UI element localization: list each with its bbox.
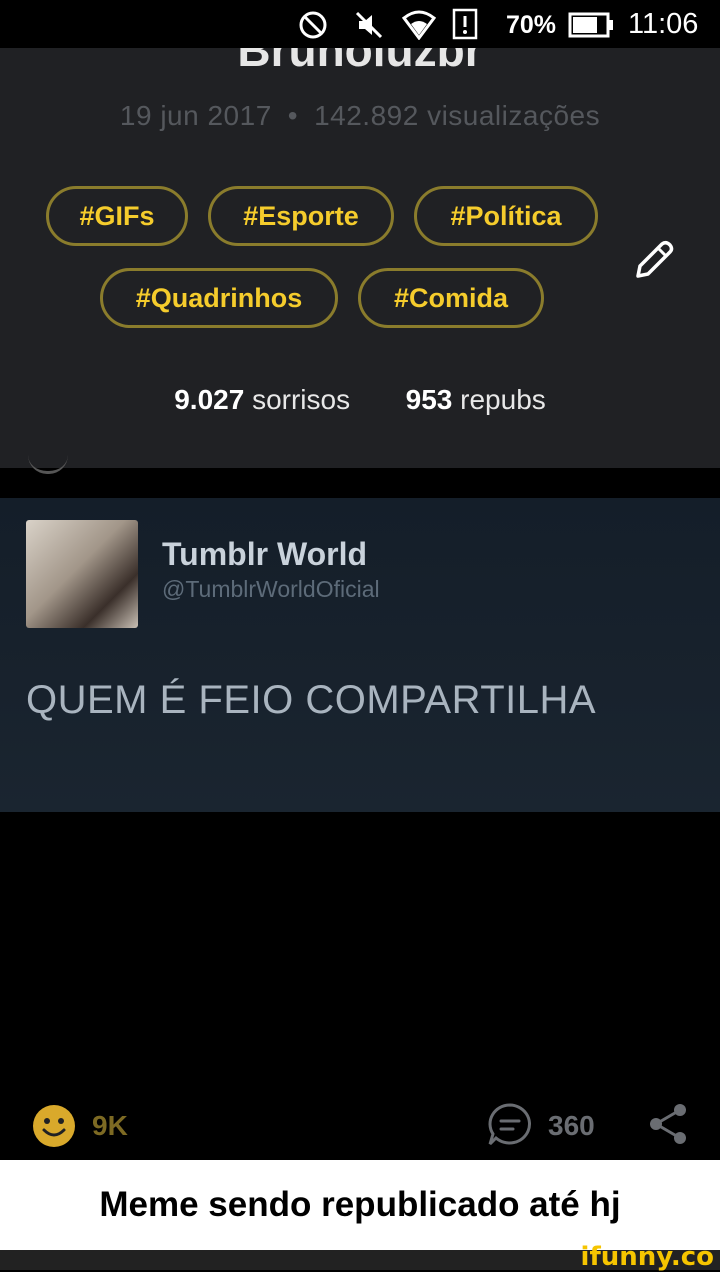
tweet-avatar	[26, 520, 138, 628]
post-date: 19 jun 2017	[119, 100, 272, 131]
post-views: 142.892 visualizações	[314, 100, 601, 131]
post-meta: 19 jun 2017 • 142.892 visualizações	[0, 100, 720, 132]
wifi-icon	[402, 10, 436, 40]
do-not-disturb-icon	[299, 11, 327, 39]
repubs-count: 953	[405, 384, 453, 415]
tweet-author-handle: @TumblrWorldOficial	[162, 576, 380, 602]
meme-caption: Meme sendo republicado até hj	[99, 1185, 621, 1224]
post-stats: 9.027 sorrisos 953 repubs	[0, 384, 720, 416]
caption-bar: Meme sendo republicado até hj	[0, 1160, 720, 1250]
status-bar: 70% 11:06	[0, 0, 720, 48]
meta-separator: •	[287, 100, 299, 131]
clock-time: 11:06	[628, 8, 699, 40]
tweet-author-name: Tumblr World	[162, 536, 368, 572]
ifunny-watermark: ifunny.co	[580, 1242, 714, 1272]
smile-icon[interactable]	[32, 1104, 76, 1148]
tag-politica[interactable]: #Política	[414, 186, 598, 246]
share-icon[interactable]	[646, 1102, 690, 1146]
pencil-icon[interactable]	[630, 236, 678, 284]
tag-esporte[interactable]: #Esporte	[208, 186, 394, 246]
signal-alert-icon	[452, 8, 478, 40]
smiles-label: sorrisos	[252, 384, 351, 415]
post-header-panel: Brunoluzbr 70% 11:06 19 jun 2017 • 142.892…	[0, 0, 720, 468]
comment-icon[interactable]	[486, 1102, 534, 1148]
battery-icon	[568, 12, 613, 38]
tag-quadrinhos[interactable]: #Quadrinhos	[100, 268, 338, 328]
battery-percent: 70%	[506, 11, 557, 39]
meme-image-tweet[interactable]: Tumblr World @TumblrWorldOficial QUEM É …	[0, 498, 720, 812]
tweet-text: QUEM É FEIO COMPARTILHA	[26, 678, 597, 722]
comment-count: 360	[548, 1110, 595, 1141]
tag-gifs[interactable]: #GIFs	[46, 186, 188, 246]
post-actions-bar: 9K 360	[0, 1096, 720, 1160]
avatar-edge	[28, 455, 68, 474]
smiles-count: 9.027	[174, 384, 245, 415]
repubs-label: repubs	[460, 384, 546, 415]
tag-comida[interactable]: #Comida	[358, 268, 544, 328]
mute-icon	[355, 11, 383, 39]
smile-count: 9K	[92, 1110, 128, 1141]
